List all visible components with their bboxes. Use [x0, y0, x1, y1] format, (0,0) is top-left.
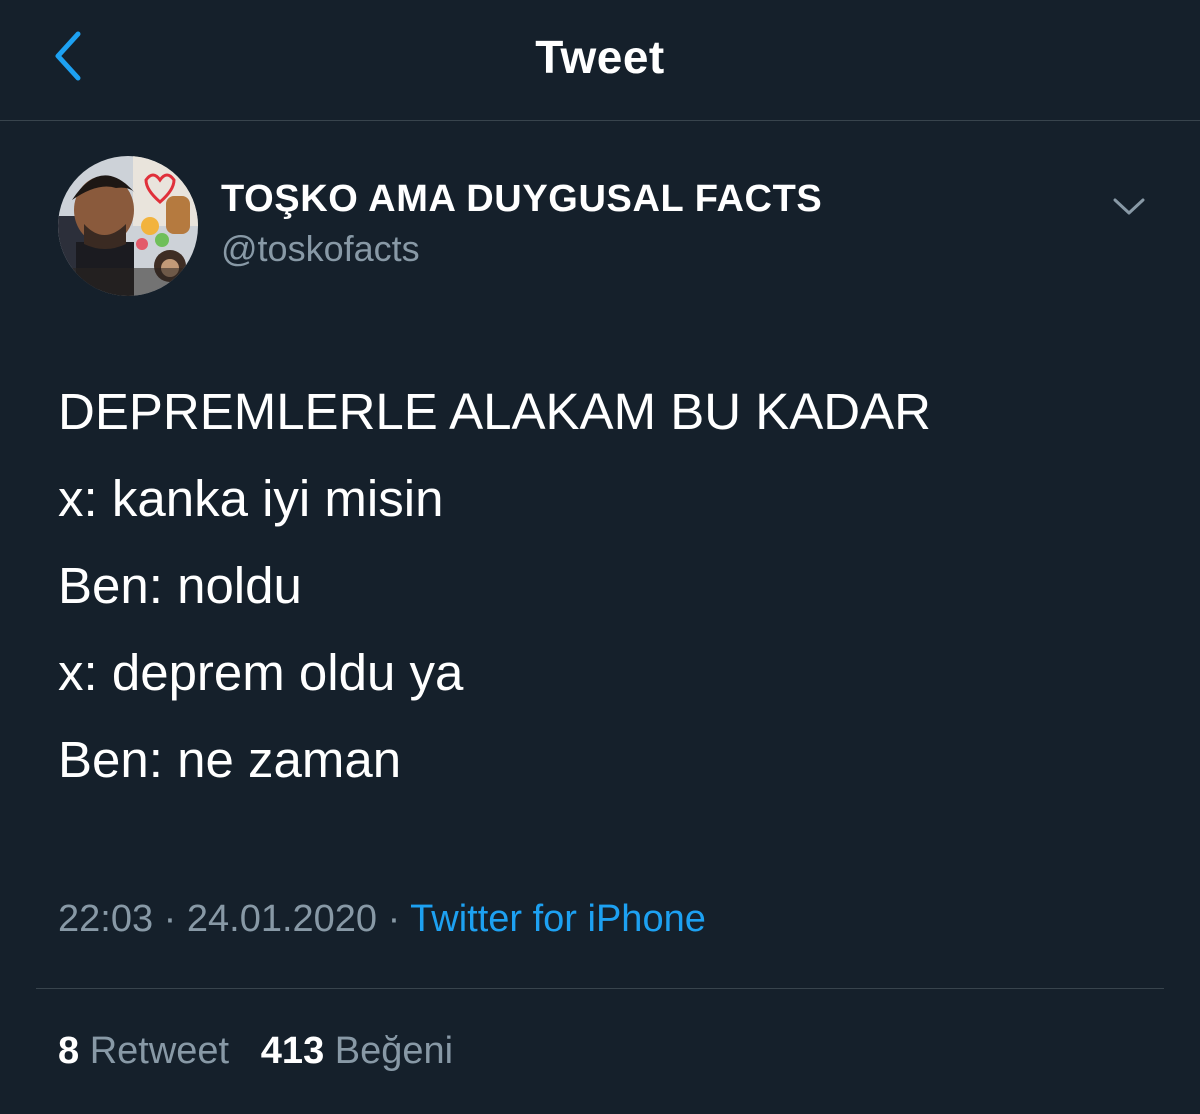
author-handle[interactable]: @toskofacts [221, 228, 420, 270]
tweet-text: DEPREMLERLE ALAKAM BU KADAR x: kanka iyi… [58, 368, 1158, 803]
tweet-line: x: kanka iyi misin [58, 470, 444, 527]
likes-stat[interactable]: 413 Beğeni [261, 1030, 453, 1072]
avatar[interactable] [58, 156, 198, 296]
tweet-stats: 8 Retweet 413 Beğeni [58, 1030, 453, 1073]
meta-separator: · [387, 898, 401, 940]
more-options-button[interactable] [1106, 186, 1152, 226]
tweet-line: x: deprem oldu ya [58, 644, 464, 701]
avatar-image [58, 156, 198, 296]
tweet-line: DEPREMLERLE ALAKAM BU KADAR [58, 383, 931, 440]
divider [36, 988, 1164, 989]
page-title: Tweet [535, 31, 665, 83]
retweets-label: Retweet [89, 1030, 230, 1072]
likes-count: 413 [260, 1030, 325, 1072]
tweet-metadata: 22:03 · 24.01.2020 · Twitter for iPhone [58, 898, 706, 941]
retweets-count: 8 [58, 1030, 80, 1072]
likes-label: Beğeni [334, 1030, 454, 1072]
tweet-source-link[interactable]: Twitter for iPhone [410, 898, 706, 940]
chevron-down-icon [1113, 198, 1145, 215]
meta-separator: · [163, 898, 177, 940]
top-bar: Tweet [0, 0, 1200, 121]
tweet-line: Ben: ne zaman [58, 731, 402, 788]
tweet-line: Ben: noldu [58, 557, 302, 614]
tweet-date: 24.01.2020 [186, 898, 378, 940]
author-display-name[interactable]: TOŞKO AMA DUYGUSAL FACTS [221, 178, 822, 221]
tweet-time: 22:03 [58, 898, 154, 940]
retweets-stat[interactable]: 8 Retweet [58, 1030, 229, 1072]
